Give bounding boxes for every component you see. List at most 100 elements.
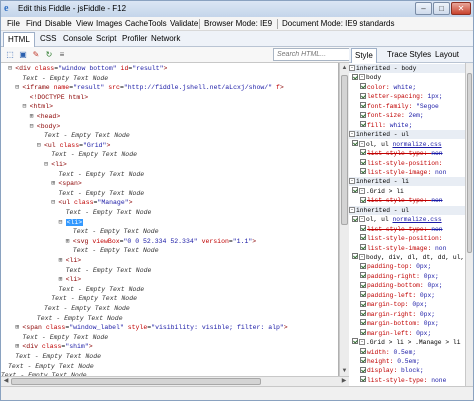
menu-view[interactable]: View bbox=[76, 19, 93, 28]
rule-checkbox[interactable] bbox=[352, 253, 358, 260]
tree-node[interactable]: ⊟ <iframe name="result" src="http://fiddl… bbox=[15, 83, 283, 93]
minimize-button[interactable]: – bbox=[415, 2, 432, 15]
css-property[interactable]: font-size: 2em; bbox=[349, 111, 465, 120]
tree-node[interactable]: ⊟ <li> bbox=[44, 160, 67, 170]
tree-text-node[interactable]: Text - Empty Text Node bbox=[37, 304, 130, 314]
property-checkbox[interactable] bbox=[360, 347, 366, 354]
property-checkbox[interactable] bbox=[360, 196, 366, 203]
css-property[interactable]: letter-spacing: 1px; bbox=[349, 92, 465, 101]
rule-checkbox[interactable] bbox=[352, 73, 358, 80]
tree-text-node[interactable]: Text - Empty Text Node bbox=[15, 333, 108, 343]
scroll-right-icon[interactable]: ▶ bbox=[339, 377, 349, 386]
property-checkbox[interactable] bbox=[360, 310, 366, 317]
css-property[interactable]: width: 0.5em; bbox=[349, 347, 465, 357]
property-checkbox[interactable] bbox=[360, 300, 366, 307]
rule-checkbox[interactable] bbox=[352, 215, 358, 222]
css-rule-selector[interactable]: - body, div, dl, dt, dd, ul, o bbox=[349, 253, 465, 262]
property-checkbox[interactable] bbox=[360, 376, 366, 383]
css-property[interactable]: margin-left: 0px; bbox=[349, 328, 465, 338]
menu-document-mode[interactable]: Document Mode: IE9 standards bbox=[282, 19, 395, 28]
style-vertical-scrollbar[interactable] bbox=[465, 63, 473, 386]
inherited-header[interactable]: - inherited - body bbox=[349, 64, 465, 73]
property-checkbox[interactable] bbox=[360, 272, 366, 279]
close-button[interactable]: ✕ bbox=[451, 2, 471, 15]
clear-icon[interactable]: ✎ bbox=[31, 50, 41, 60]
css-property[interactable]: list-style-type: non bbox=[349, 224, 465, 234]
menu-tools[interactable]: Tools bbox=[148, 19, 167, 28]
css-property[interactable]: list-style-position: bbox=[349, 158, 465, 168]
tab-css[interactable]: CSS bbox=[40, 34, 56, 43]
tree-text-node[interactable]: Text - Empty Text Node bbox=[66, 227, 159, 237]
tree-node[interactable]: ⊟ <body> bbox=[30, 122, 60, 132]
tree-text-node[interactable]: Text - Empty Text Node bbox=[51, 170, 144, 180]
tree-node[interactable]: ⊞ <div class="shim"> bbox=[15, 342, 92, 352]
property-checkbox[interactable] bbox=[360, 357, 366, 364]
tree-text-node[interactable]: Text - Empty Text Node bbox=[59, 266, 152, 276]
inherited-header[interactable]: - inherited - ul bbox=[349, 130, 465, 140]
style-panel[interactable]: - inherited - body - body color: white; lette… bbox=[349, 63, 465, 386]
tree-node[interactable]: ⊞ <li> bbox=[59, 256, 82, 266]
tree-text-node[interactable]: Text - Empty Text Node bbox=[66, 246, 159, 256]
css-property[interactable]: padding-top: 0px; bbox=[349, 262, 465, 271]
property-checkbox[interactable] bbox=[360, 149, 366, 156]
property-checkbox[interactable] bbox=[360, 328, 366, 335]
css-rule-selector[interactable]: - ol, ul normalize.css bbox=[349, 139, 465, 149]
tab-network[interactable]: Network bbox=[151, 34, 180, 43]
css-property[interactable]: list-style-position: bbox=[349, 234, 465, 243]
property-checkbox[interactable] bbox=[360, 121, 366, 128]
css-rule-selector[interactable]: - body bbox=[349, 73, 465, 82]
collapse-icon[interactable]: ⊟ bbox=[23, 102, 30, 112]
collapse-icon[interactable]: ⊟ bbox=[59, 218, 66, 228]
collapse-icon[interactable]: ⊟ bbox=[37, 141, 44, 151]
menu-validate[interactable]: Validate bbox=[170, 19, 198, 28]
tree-node[interactable]: ⊟ <li> bbox=[59, 218, 84, 228]
css-property[interactable]: padding-bottom: 0px; bbox=[349, 281, 465, 290]
property-checkbox[interactable] bbox=[360, 262, 366, 269]
property-checkbox[interactable] bbox=[360, 243, 366, 250]
property-checkbox[interactable] bbox=[360, 111, 366, 118]
tab-script[interactable]: Script bbox=[96, 34, 116, 43]
source-link[interactable]: normalize.css bbox=[392, 141, 441, 148]
css-property[interactable]: list-style-type: none bbox=[349, 376, 465, 385]
property-checkbox[interactable] bbox=[360, 291, 366, 298]
css-property[interactable]: list-style-type: non bbox=[349, 149, 465, 158]
css-property[interactable]: color: white; bbox=[349, 83, 465, 92]
scroll-thumb[interactable] bbox=[467, 73, 472, 253]
css-property[interactable]: font-family: "Segoe bbox=[349, 102, 465, 111]
tree-node[interactable]: ⊞ <span> bbox=[51, 179, 81, 189]
tree-node[interactable]: ⊟ <ul class="Manage"> bbox=[51, 198, 132, 208]
css-property[interactable]: list-style-image: non bbox=[349, 243, 465, 253]
tab-style[interactable]: Style bbox=[351, 48, 377, 63]
tab-profiler[interactable]: Profiler bbox=[122, 34, 147, 43]
rule-checkbox[interactable] bbox=[352, 187, 358, 194]
scroll-down-icon[interactable]: ▼ bbox=[340, 366, 349, 376]
tab-html[interactable]: HTML bbox=[3, 32, 35, 47]
tree-node[interactable]: ⊟ <ul class="Grid"> bbox=[37, 141, 110, 151]
css-property[interactable]: fill: white; bbox=[349, 121, 465, 130]
tree-node[interactable]: <!DOCTYPE html> bbox=[23, 93, 89, 103]
menu-disable[interactable]: Disable bbox=[45, 19, 72, 28]
css-property[interactable]: list-style-type: non bbox=[349, 196, 465, 205]
scroll-thumb[interactable] bbox=[11, 378, 261, 385]
inherited-header[interactable]: - inherited - li bbox=[349, 177, 465, 187]
tree-text-node[interactable]: Text - Empty Text Node bbox=[51, 189, 144, 199]
css-property[interactable]: display: block; bbox=[349, 366, 465, 375]
css-property[interactable]: height: 0.5em; bbox=[349, 357, 465, 366]
refresh-icon[interactable]: ↻ bbox=[44, 50, 54, 60]
menu-cache[interactable]: Cache bbox=[125, 19, 148, 28]
property-checkbox[interactable] bbox=[360, 158, 366, 165]
maximize-button[interactable]: □ bbox=[433, 2, 450, 15]
css-property[interactable]: margin-right: 0px; bbox=[349, 310, 465, 319]
menu-find[interactable]: Find bbox=[26, 19, 42, 28]
tree-text-node[interactable]: Text - Empty Text Node bbox=[1, 362, 94, 372]
tree-text-node[interactable]: Text - Empty Text Node bbox=[8, 352, 101, 362]
tree-text-node[interactable]: Text - Empty Text Node bbox=[44, 294, 137, 304]
tree-text-node[interactable]: Text - Empty Text Node bbox=[30, 314, 123, 324]
property-checkbox[interactable] bbox=[360, 92, 366, 99]
source-link[interactable]: normalize.css bbox=[392, 216, 441, 223]
dom-tree-panel[interactable]: ⊟ <div class="window bottom" id="result">… bbox=[1, 63, 339, 376]
tab-trace-styles[interactable]: Trace Styles bbox=[387, 50, 431, 59]
property-checkbox[interactable] bbox=[360, 83, 366, 90]
scroll-left-icon[interactable]: ◀ bbox=[1, 377, 11, 386]
expand-icon[interactable]: ⊞ bbox=[30, 112, 37, 122]
